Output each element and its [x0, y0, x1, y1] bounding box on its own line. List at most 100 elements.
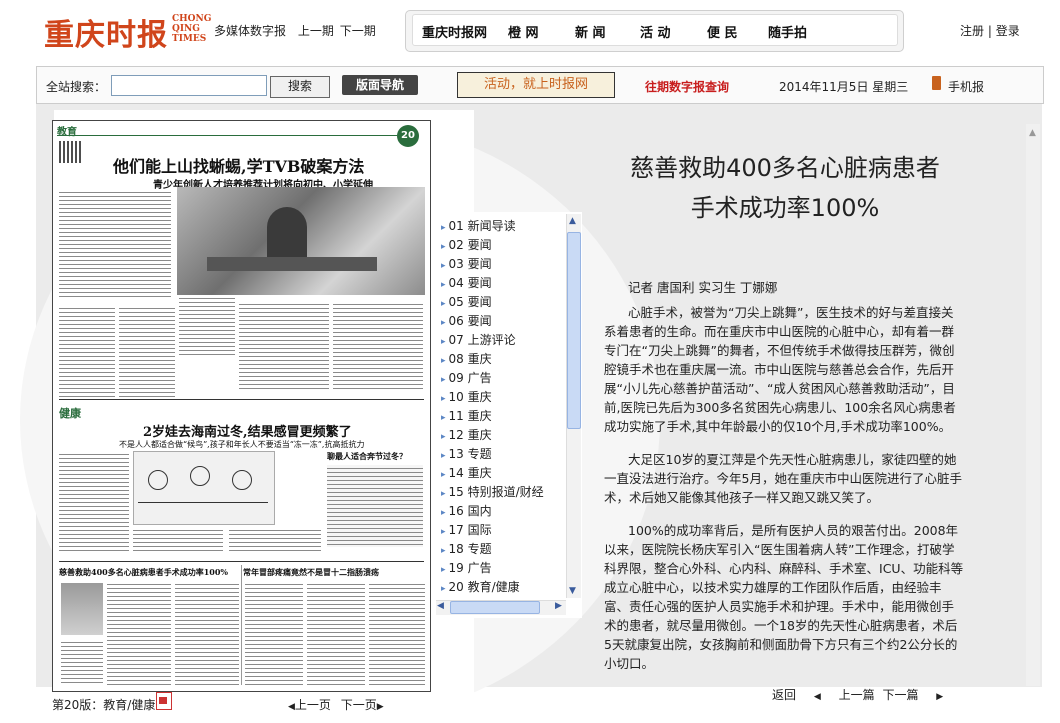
scroll-right-icon[interactable]: ▶ — [555, 601, 562, 611]
section-list-item[interactable]: ▸ 07 上游评论 — [441, 331, 567, 350]
back-link[interactable]: 返回 — [772, 688, 796, 702]
search-button[interactable]: 搜索 — [270, 76, 330, 98]
page-nav: ◀上一页 下一页▶ — [288, 696, 384, 713]
newspaper-page[interactable]: 教育 20 他们能上山找蜥蜴,学TVB破案方法 青少年创新人才培养推荐计划将向初… — [52, 120, 431, 692]
section-list-item[interactable]: ▸ 15 特别报道/财经 — [441, 483, 567, 502]
nav-news[interactable]: 新 闻 — [575, 22, 606, 41]
section-list-item[interactable]: ▸ 13 专题 — [441, 445, 567, 464]
section-list-item[interactable]: ▸ 06 要闻 — [441, 312, 567, 331]
prev-article-icon[interactable]: ◀ — [814, 692, 821, 702]
scroll-down-icon[interactable]: ▼ — [569, 586, 576, 596]
bullet-icon: ▸ — [441, 337, 446, 347]
nav-orange-site[interactable]: 橙 网 — [508, 22, 539, 41]
sidebar-title: 聊最人适合奔节过冬？ — [327, 451, 407, 461]
next-page-icon[interactable]: ▶ — [377, 702, 384, 712]
headline-3[interactable]: 慈善救助400多名心脏病患者手术成功率100% — [59, 567, 228, 578]
bullet-icon: ▸ — [441, 261, 446, 271]
bullet-icon: ▸ — [441, 451, 446, 461]
section-list-item[interactable]: ▸ 11 重庆 — [441, 407, 567, 426]
mobile-icon[interactable] — [932, 76, 941, 90]
register-link[interactable]: 注册 — [960, 24, 984, 38]
section-list-label: 12 重庆 — [448, 428, 492, 442]
bullet-icon: ▸ — [441, 527, 446, 537]
nav-events[interactable]: 活 动 — [640, 22, 671, 41]
headline-4[interactable]: 常年冒部疼痛竟然不是冒十二指肠溃疡 — [243, 567, 379, 578]
bullet-icon: ▸ — [441, 489, 446, 499]
section-list-label: 16 国内 — [448, 504, 492, 518]
archive-link[interactable]: 往期数字报查询 — [645, 78, 729, 95]
logo-english: CHONG QING TIMES — [172, 14, 212, 44]
bullet-icon: ▸ — [441, 242, 446, 252]
section-list-item[interactable]: ▸ 01 新闻导读 — [441, 217, 567, 236]
search-input[interactable] — [111, 75, 267, 96]
article-scrollbar[interactable] — [1026, 124, 1040, 686]
prev-page-link[interactable]: 上一页 — [295, 698, 331, 712]
section-list-hscroll-thumb[interactable] — [450, 601, 540, 614]
section-list-item[interactable]: ▸ 16 国内 — [441, 502, 567, 521]
next-page-link[interactable]: 下一页 — [341, 698, 377, 712]
prev-issue-link[interactable]: 上一期 — [298, 24, 334, 38]
bullet-icon: ▸ — [441, 584, 446, 594]
section-list-item[interactable]: ▸ 17 国际 — [441, 521, 567, 540]
bullet-icon: ▸ — [441, 565, 446, 575]
section-list-vscroll-thumb[interactable] — [567, 232, 581, 429]
section-list-item[interactable]: ▸ 09 广告 — [441, 369, 567, 388]
section-list-item[interactable]: ▸ 20 教育/健康 — [441, 578, 567, 597]
bullet-icon: ▸ — [441, 223, 446, 233]
headline-2[interactable]: 2岁娃去海南过冬,结果感冒更频繁了 — [143, 421, 352, 440]
subhead-2: 不是人人都适合做“候鸟”,孩子和年长人不要适当“冻一冻”,抗高抵抗力 — [119, 440, 365, 449]
nav-times-site[interactable]: 重庆时报网 — [422, 22, 487, 41]
story-photo[interactable] — [177, 187, 425, 295]
issue-date: 2014年11月5日 星期三 — [779, 80, 909, 94]
next-article-icon[interactable]: ▶ — [936, 692, 943, 702]
page-number-badge: 20 — [397, 125, 419, 147]
prev-page-icon[interactable]: ◀ — [288, 702, 295, 712]
promo-button[interactable]: 活动，就上时报网 — [457, 72, 615, 98]
doctor-photo[interactable] — [61, 583, 103, 635]
nav-snapshots[interactable]: 随手拍 — [768, 22, 807, 41]
login-link[interactable]: 登录 — [996, 24, 1020, 38]
bullet-icon: ▸ — [441, 470, 446, 480]
headline-1[interactable]: 他们能上山找蜥蜴,学TVB破案方法 — [113, 153, 364, 177]
section-list-item[interactable]: ▸ 03 要闻 — [441, 255, 567, 274]
article-paragraph: 心脏手术，被誉为“刀尖上跳舞”，医生技术的好与差直接关系着患者的生命。而在重庆市… — [604, 305, 956, 434]
layout-nav-button[interactable]: 版面导航 — [342, 75, 418, 95]
cartoon-image[interactable] — [133, 451, 275, 525]
section-list-item[interactable]: ▸ 12 重庆 — [441, 426, 567, 445]
article-paragraph: 大足区10岁的夏江萍是个先天性心脏病患儿，家徒四壁的她一直没法进行治疗。今年5月… — [604, 452, 962, 505]
next-article-link[interactable]: 下一篇 — [882, 688, 918, 702]
section-list-label: 05 要闻 — [448, 295, 492, 309]
logo[interactable]: 重庆时报 — [44, 10, 168, 54]
article-scroll-up-icon[interactable]: ▲ — [1029, 128, 1036, 138]
section-list-label: 17 国际 — [448, 523, 492, 537]
mobile-edition-link[interactable]: 手机报 — [948, 78, 984, 95]
bullet-icon: ▸ — [441, 394, 446, 404]
section-list-label: 03 要闻 — [448, 257, 492, 271]
section-list-label: 19 广告 — [448, 561, 492, 575]
section-list-label: 10 重庆 — [448, 390, 492, 404]
section-list-item[interactable]: ▸ 14 重庆 — [441, 464, 567, 483]
bullet-icon: ▸ — [441, 299, 446, 309]
section-list-item[interactable]: ▸ 08 重庆 — [441, 350, 567, 369]
bullet-icon: ▸ — [441, 432, 446, 442]
scroll-left-icon[interactable]: ◀ — [437, 601, 444, 611]
prev-article-link[interactable]: 上一篇 — [839, 688, 875, 702]
section-list-item[interactable]: ▸ 02 要闻 — [441, 236, 567, 255]
section-list-item[interactable]: ▸ 19 广告 — [441, 559, 567, 578]
section-list-label: 09 广告 — [448, 371, 492, 385]
section-list-item[interactable]: ▸ 18 专题 — [441, 540, 567, 559]
nav-services[interactable]: 便 民 — [707, 22, 738, 41]
section-list-item[interactable]: ▸ 05 要闻 — [441, 293, 567, 312]
issue-links: 多媒体数字报 上一期 下一期 — [214, 22, 384, 39]
article-title-line2: 手术成功率100% — [690, 194, 880, 222]
page-section2-tag: 健康 — [59, 407, 81, 420]
section-list-label: 15 特别报道/财经 — [448, 485, 544, 499]
article-paragraph: 100%的成功率背后，是所有医护人员的艰苦付出。2008年以来，医院院长杨庆军引… — [604, 523, 964, 671]
next-issue-link[interactable]: 下一期 — [340, 24, 376, 38]
section-list-item[interactable]: ▸ 10 重庆 — [441, 388, 567, 407]
section-list-label: 07 上游评论 — [448, 333, 516, 347]
section-list-item[interactable]: ▸ 04 要闻 — [441, 274, 567, 293]
bullet-icon: ▸ — [441, 280, 446, 290]
bullet-icon: ▸ — [441, 356, 446, 366]
pdf-icon[interactable] — [156, 692, 172, 710]
